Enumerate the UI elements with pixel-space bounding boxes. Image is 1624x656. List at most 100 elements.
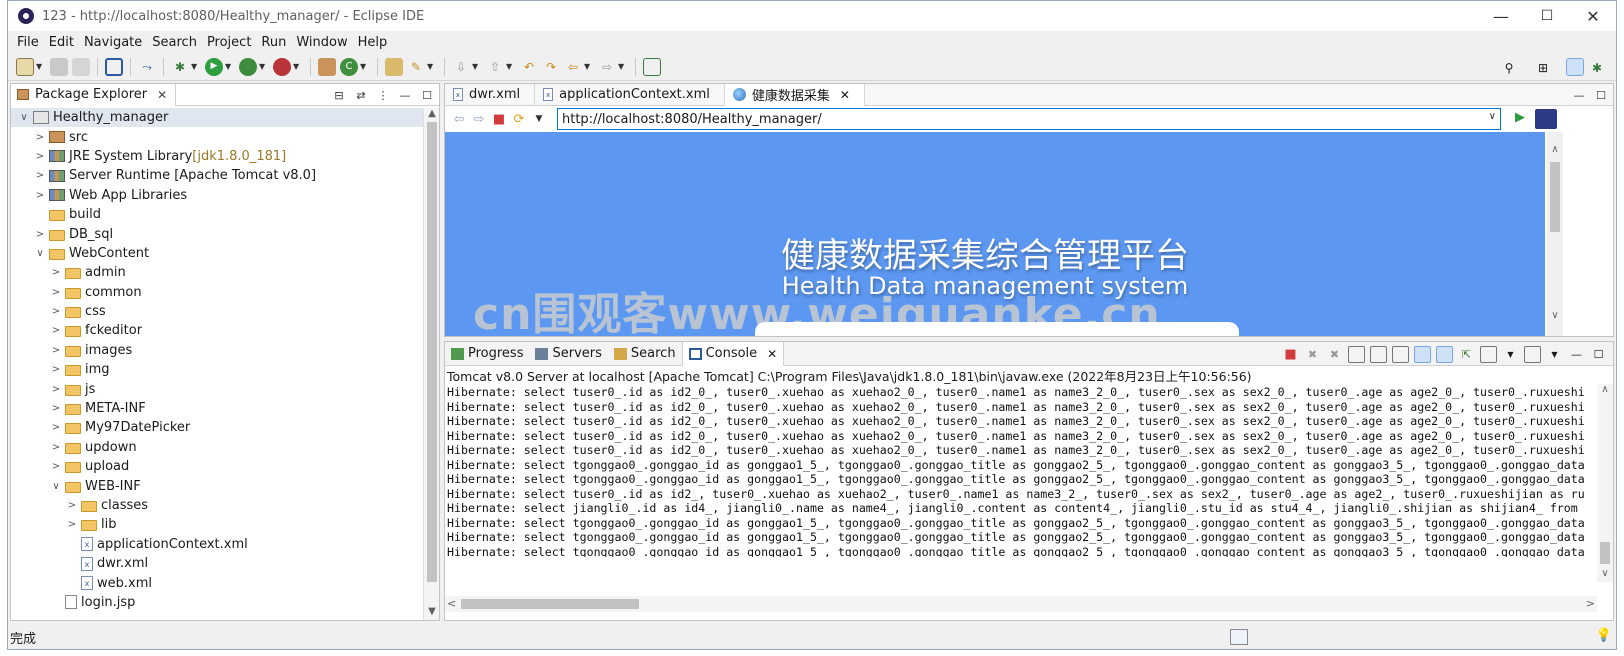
tab-application-context-xml[interactable]: x applicationContext.xml <box>535 83 725 106</box>
last-edit-icon[interactable]: ↶ <box>520 58 538 76</box>
expand-arrow-icon[interactable]: > <box>49 403 63 414</box>
run-icon[interactable]: ▶ <box>205 57 223 76</box>
pin-editor-icon[interactable] <box>643 57 661 76</box>
scroll-up-icon[interactable]: ▲ <box>424 108 440 122</box>
expand-arrow-icon[interactable]: > <box>33 151 47 162</box>
eclipse-browser-icon[interactable] <box>1535 109 1557 129</box>
minimize-editor-icon[interactable]: — <box>1571 87 1587 103</box>
scrollbar-thumb[interactable] <box>461 599 639 609</box>
collapse-arrow-icon[interactable]: ∨ <box>33 248 47 259</box>
scroll-up-icon[interactable]: ∧ <box>1547 144 1563 158</box>
save-icon[interactable] <box>50 57 68 76</box>
browser-refresh-icon[interactable]: ⟳ <box>509 109 529 129</box>
scrollbar-thumb[interactable] <box>1550 162 1560 232</box>
open-type-icon[interactable] <box>385 57 403 76</box>
show-on-stdout-icon[interactable] <box>1414 345 1431 363</box>
tab-package-explorer[interactable]: Package Explorer ✕ <box>11 83 177 106</box>
tree-item[interactable]: > My97DatePicker <box>11 418 423 437</box>
tree-item[interactable]: > common <box>11 283 423 302</box>
tree-item[interactable]: x web.xml <box>11 573 423 592</box>
tree-item[interactable]: x dwr.xml <box>11 554 423 573</box>
expand-arrow-icon[interactable]: > <box>49 267 63 278</box>
tree-item[interactable]: > JRE System Library [jdk1.8.0_181] <box>11 147 423 166</box>
expand-arrow-icon[interactable]: > <box>49 442 63 453</box>
close-tab-icon[interactable]: ✕ <box>157 88 167 102</box>
scroll-up-icon[interactable]: ∧ <box>1597 384 1613 398</box>
next-annotation-icon[interactable]: ⇩ <box>452 58 470 76</box>
open-task-icon[interactable]: ✎ <box>407 58 425 76</box>
expand-arrow-icon[interactable]: > <box>49 384 63 395</box>
tree-item[interactable]: x applicationContext.xml <box>11 535 423 554</box>
menu-run[interactable]: Run <box>256 35 291 50</box>
forward-dropdown-icon[interactable]: ▼ <box>618 62 626 71</box>
display-console-icon[interactable] <box>1480 345 1497 363</box>
expand-arrow-icon[interactable]: > <box>49 306 63 317</box>
tree-item[interactable]: > src <box>11 127 423 146</box>
browser-stop-icon[interactable]: ■ <box>489 109 509 129</box>
url-input[interactable]: http://localhost:8080/Healthy_manager/ ∨ <box>557 108 1501 130</box>
tree-item[interactable]: ∨ WebContent <box>11 244 423 263</box>
tree-item[interactable]: > img <box>11 360 423 379</box>
menu-window[interactable]: Window <box>291 35 352 50</box>
expand-arrow-icon[interactable]: > <box>49 325 63 336</box>
new-class-icon[interactable]: C <box>340 57 358 76</box>
minimize-view-icon[interactable]: — <box>397 87 413 103</box>
console-output[interactable]: Hibernate: select tuser0_.id as id2_0_, … <box>447 385 1595 557</box>
maximize-editor-icon[interactable]: ☐ <box>1593 87 1609 103</box>
prev-annotation-dropdown-icon[interactable]: ▼ <box>506 62 514 71</box>
scrollbar-thumb[interactable] <box>427 122 437 582</box>
expand-arrow-icon[interactable]: > <box>49 422 63 433</box>
menu-project[interactable]: Project <box>202 35 256 50</box>
tab-browser[interactable]: 健康数据采集 ✕ <box>724 83 865 106</box>
scroll-down-icon[interactable]: ▼ <box>424 606 440 620</box>
prev-annotation-icon[interactable]: ⇧ <box>486 58 504 76</box>
menu-edit[interactable]: Edit <box>44 35 79 50</box>
tree-item[interactable]: > fckeditor <box>11 321 423 340</box>
tip-icon[interactable]: 💡 <box>1596 628 1612 643</box>
remove-launch-icon[interactable]: ✖ <box>1304 346 1321 363</box>
tree-item[interactable]: ∨ WEB-INF <box>11 476 423 495</box>
search-icon[interactable]: ⚲ <box>1500 59 1518 77</box>
coverage-dropdown-icon[interactable]: ▼ <box>259 62 267 71</box>
debug-dropdown-icon[interactable]: ▼ <box>191 62 199 71</box>
console-vertical-scrollbar[interactable]: ∧ ∨ <box>1597 384 1613 582</box>
maximize-button[interactable]: ☐ <box>1524 1 1570 31</box>
background-tasks-icon[interactable] <box>1230 629 1248 645</box>
menu-help[interactable]: Help <box>353 35 393 50</box>
tab-progress[interactable]: Progress <box>445 342 529 366</box>
collapse-all-icon[interactable]: ⊟ <box>331 87 347 103</box>
expand-arrow-icon[interactable]: > <box>65 519 79 530</box>
next-annotation-dropdown-icon[interactable]: ▼ <box>472 62 480 71</box>
new-package-icon[interactable] <box>318 57 336 76</box>
skip-breakpoints-icon[interactable]: ⤳ <box>138 58 156 76</box>
tree-item[interactable]: > admin <box>11 263 423 282</box>
expand-arrow-icon[interactable]: > <box>33 190 47 201</box>
scroll-down-icon[interactable]: ∨ <box>1597 568 1613 582</box>
tab-console[interactable]: Console ✕ <box>681 341 785 366</box>
expand-arrow-icon[interactable]: > <box>49 461 63 472</box>
scroll-left-icon[interactable]: < <box>447 597 456 610</box>
new-class-dropdown-icon[interactable]: ▼ <box>360 62 368 71</box>
terminate-icon[interactable]: ■ <box>1282 346 1299 363</box>
browser-back-icon[interactable]: ⇦ <box>449 109 469 129</box>
tab-search[interactable]: Search <box>608 342 682 366</box>
open-perspective-icon[interactable]: ⊞ <box>1534 59 1552 77</box>
new-icon[interactable] <box>16 57 34 76</box>
expand-arrow-icon[interactable]: > <box>33 132 47 143</box>
collapse-arrow-icon[interactable]: ∨ <box>17 112 31 123</box>
remove-all-terminated-icon[interactable]: ✖ <box>1326 346 1343 363</box>
expand-arrow-icon[interactable]: > <box>49 345 63 356</box>
tree-item[interactable]: > Server Runtime [Apache Tomcat v8.0] <box>11 166 423 185</box>
coverage-icon[interactable] <box>239 57 257 76</box>
go-icon[interactable]: ▶ <box>1511 110 1529 128</box>
tree-item[interactable]: > lib <box>11 515 423 534</box>
display-console-dropdown-icon[interactable]: ▼ <box>1502 346 1519 363</box>
external-tools-icon[interactable] <box>273 57 291 76</box>
maximize-view-icon[interactable]: ☐ <box>419 87 435 103</box>
collapse-arrow-icon[interactable]: ∨ <box>49 481 63 492</box>
show-on-stderr-icon[interactable] <box>1436 345 1453 363</box>
tree-item[interactable]: > META-INF <box>11 399 423 418</box>
terminal-icon[interactable] <box>105 57 123 76</box>
maximize-view-icon[interactable]: ☐ <box>1590 346 1607 363</box>
menu-navigate[interactable]: Navigate <box>79 35 147 50</box>
